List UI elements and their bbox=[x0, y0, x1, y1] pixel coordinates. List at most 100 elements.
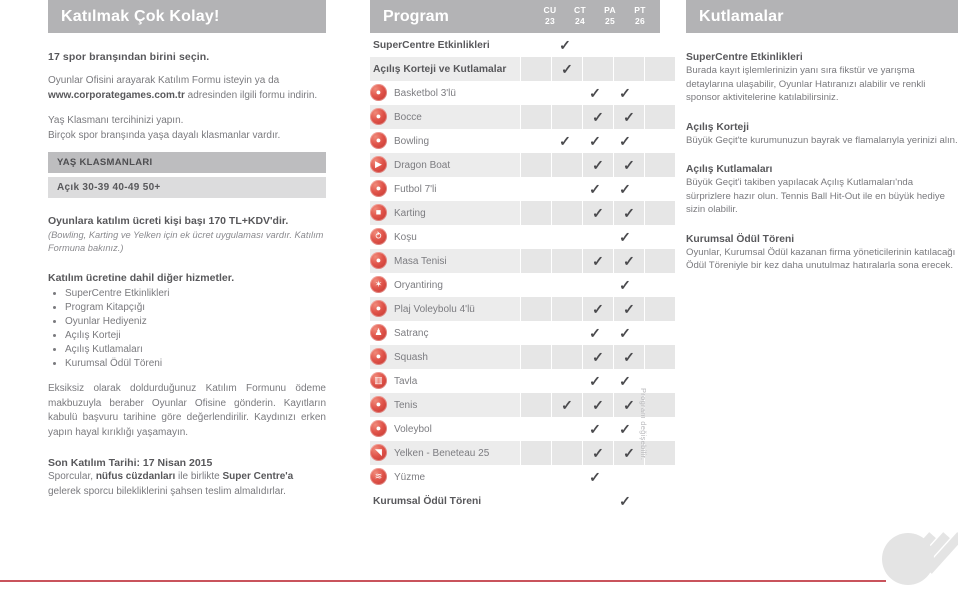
check-icon: ✓ bbox=[561, 397, 573, 413]
day-cell-cu bbox=[550, 369, 580, 393]
spacer-cell bbox=[520, 153, 552, 177]
day-cell-pa: ✓ bbox=[614, 249, 645, 273]
table-row: ▥ Tavla ✓ ✓ bbox=[370, 369, 660, 393]
table-row: ● Squash ✓ ✓ bbox=[370, 345, 676, 369]
day-cell-cu bbox=[552, 105, 583, 129]
football-icon: ● bbox=[370, 180, 387, 197]
spacer-cell bbox=[520, 177, 550, 201]
day-cell-ct bbox=[580, 489, 610, 513]
day-cell-pt bbox=[645, 345, 676, 369]
spacer-cell bbox=[520, 57, 552, 81]
day-cells: ✓ bbox=[520, 225, 670, 249]
table-row: ✶ Oryantiring ✓ bbox=[370, 273, 660, 297]
spacer-cell bbox=[520, 225, 550, 249]
day-date: 24 bbox=[574, 16, 586, 26]
day-cell-ct: ✓ bbox=[580, 465, 610, 489]
day-cell-pa: ✓ bbox=[610, 321, 640, 345]
check-icon: ✓ bbox=[623, 301, 635, 317]
check-icon: ✓ bbox=[619, 373, 631, 389]
celebration-heading: Kurumsal Ödül Töreni bbox=[686, 233, 795, 245]
day-cell-ct: ✓ bbox=[580, 417, 610, 441]
sport-label: Squash bbox=[394, 351, 428, 363]
day-cells: ✓ ✓ bbox=[520, 249, 676, 273]
table-row: ● Tenis ✓ ✓ ✓ bbox=[370, 393, 676, 417]
sport-label: Basketbol 3'lü bbox=[394, 87, 456, 99]
check-icon: ✓ bbox=[619, 181, 631, 197]
day-cells: ✓ ✓ bbox=[520, 441, 676, 465]
day-cell-ct: ✓ bbox=[583, 393, 614, 417]
sport-label: Kurumsal Ödül Töreni bbox=[373, 495, 482, 507]
check-icon: ✓ bbox=[592, 397, 604, 413]
check-icon: ✓ bbox=[623, 205, 635, 221]
spacer-cell bbox=[520, 105, 552, 129]
backgammon-icon: ▥ bbox=[370, 372, 387, 389]
day-cell-pt bbox=[645, 153, 676, 177]
day-cell-cu bbox=[552, 441, 583, 465]
table-row: ● Bowling ✓ ✓ ✓ bbox=[370, 129, 660, 153]
day-cell-pa: ✓ bbox=[614, 105, 645, 129]
day-cell-pa: ✓ bbox=[610, 177, 640, 201]
day-cell-cu: ✓ bbox=[550, 33, 580, 57]
sport-label: Oryantiring bbox=[394, 279, 443, 291]
spacer-cell bbox=[520, 321, 550, 345]
day-cell-pa: ✓ bbox=[614, 153, 645, 177]
website-url: www.corporategames.com.tr bbox=[48, 89, 185, 101]
spacer-cell bbox=[520, 129, 550, 153]
day-date: 26 bbox=[634, 16, 646, 26]
day-cell-pa: ✓ bbox=[610, 489, 640, 513]
deadline-d: Super Centre'a bbox=[222, 471, 294, 482]
table-row: ● Plaj Voleybolu 4'lü ✓ ✓ bbox=[370, 297, 676, 321]
check-icon: ✓ bbox=[592, 253, 604, 269]
spacer-cell bbox=[520, 369, 550, 393]
day-cell-pa: ✓ bbox=[610, 369, 640, 393]
day-cell-cu bbox=[550, 465, 580, 489]
table-row: ● Masa Tenisi ✓ ✓ bbox=[370, 249, 676, 273]
day-cell-pt bbox=[640, 33, 670, 57]
check-icon: ✓ bbox=[619, 229, 631, 245]
sport-label: Plaj Voleybolu 4'lü bbox=[394, 303, 475, 315]
day-cell-ct: ✓ bbox=[583, 153, 614, 177]
check-icon: ✓ bbox=[559, 37, 571, 53]
beachvolley-icon: ● bbox=[370, 300, 387, 317]
sailing-icon: ◥ bbox=[370, 444, 387, 461]
table-row: SuperCentre Etkinlikleri ✓ bbox=[370, 33, 660, 57]
day-cell-pa: ✓ bbox=[614, 297, 645, 321]
bocce-icon: ● bbox=[370, 108, 387, 125]
day-cells: ✓ ✓ bbox=[520, 297, 676, 321]
check-icon: ✓ bbox=[592, 349, 604, 365]
day-cell-cu: ✓ bbox=[552, 393, 583, 417]
check-icon: ✓ bbox=[619, 325, 631, 341]
left-paragraph-submission: Eksiksiz olarak doldurduğunuz Katılım Fo… bbox=[48, 383, 326, 438]
sport-label: Futbol 7'li bbox=[394, 183, 437, 195]
check-icon: ✓ bbox=[619, 277, 631, 293]
sport-label: Yelken - Beneteau 25 bbox=[394, 447, 490, 459]
check-icon: ✓ bbox=[619, 133, 631, 149]
day-cell-pa: ✓ bbox=[610, 81, 640, 105]
day-cell-cu bbox=[552, 201, 583, 225]
day-cells: ✓ ✓ bbox=[520, 177, 670, 201]
left-paragraph-age: Yaş Klasmanı tercihinizi yapın. Birçok s… bbox=[48, 114, 326, 143]
check-icon: ✓ bbox=[623, 157, 635, 173]
day-cell-pa: ✓ bbox=[614, 201, 645, 225]
orienteering-icon: ✶ bbox=[370, 276, 387, 293]
check-icon: ✓ bbox=[561, 61, 573, 77]
check-icon: ✓ bbox=[589, 373, 601, 389]
day-cell-ct bbox=[583, 57, 614, 81]
program-day-headers: CU 23 CT 24 PA 25 PT 26 bbox=[535, 0, 655, 33]
deadline-a: Sporcular, bbox=[48, 471, 96, 482]
table-row: ● Bocce ✓ ✓ bbox=[370, 105, 676, 129]
day-cell-pa: ✓ bbox=[610, 417, 640, 441]
dragonboat-icon: ▶ bbox=[370, 156, 387, 173]
celebration-body: Büyük Geçit'i takiben yapılacak Açılış K… bbox=[686, 177, 945, 215]
tennis-icon: ● bbox=[370, 396, 387, 413]
deadline-c: ile birlikte bbox=[175, 471, 223, 482]
sport-label: Karting bbox=[394, 207, 426, 219]
spacer-cell bbox=[520, 81, 550, 105]
table-row: ● Futbol 7'li ✓ ✓ bbox=[370, 177, 660, 201]
check-icon: ✓ bbox=[592, 301, 604, 317]
day-header-pa: PA 25 bbox=[595, 0, 625, 33]
day-cell-cu bbox=[550, 321, 580, 345]
list-item: Açılış Korteji bbox=[65, 329, 326, 343]
table-row: ◥ Yelken - Beneteau 25 ✓ ✓ bbox=[370, 441, 676, 465]
deadline-paragraph: Sporcular, nüfus cüzdanları ile birlikte… bbox=[48, 470, 326, 499]
